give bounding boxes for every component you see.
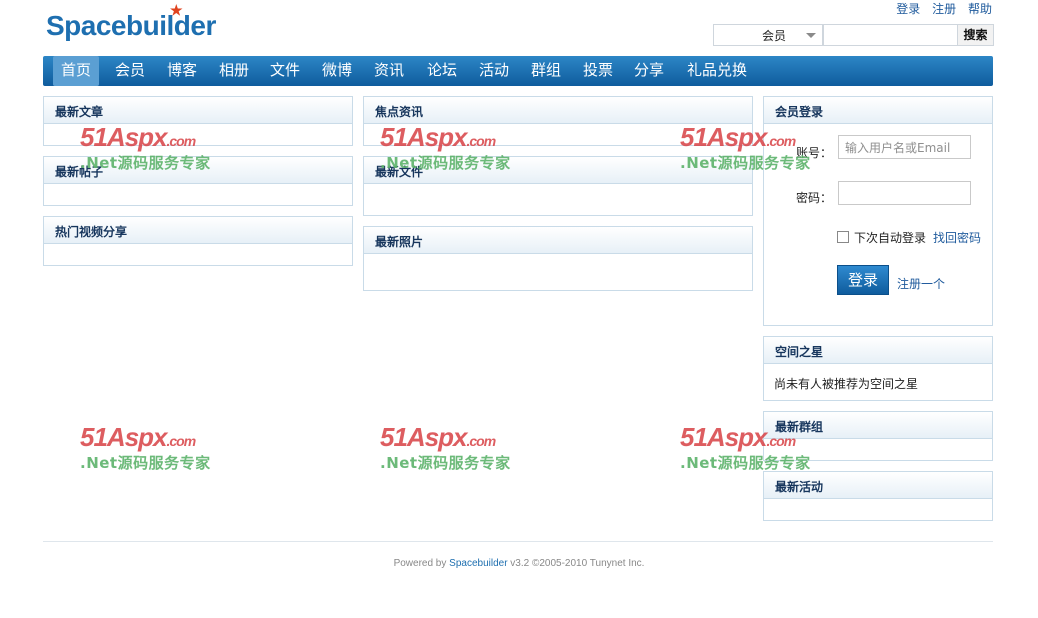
nav-item-forum[interactable]: 论坛	[427, 56, 457, 86]
nav-item-blog[interactable]: 博客	[167, 56, 197, 86]
footer: Powered by Spacebuilder v3.2 ©2005-2010 …	[0, 558, 1038, 569]
search-input[interactable]	[823, 24, 958, 46]
remember-label: 下次自动登录	[854, 231, 927, 245]
password-label: 密码：	[796, 191, 833, 205]
search-type-select[interactable]: 会员	[713, 24, 823, 46]
chevron-down-icon	[806, 33, 816, 38]
nav-item-home[interactable]: 首页	[53, 56, 99, 86]
panel-title: 最新活动	[775, 480, 824, 494]
nav-item-gift-exchange[interactable]: 礼品兑换	[687, 56, 747, 86]
panel-latest-photos: 最新照片	[363, 226, 753, 291]
watermark-logo: 51Aspx.com .Net源码服务专家	[680, 422, 811, 472]
panel-title: 焦点资讯	[375, 105, 424, 119]
forgot-password-link[interactable]: 找回密码	[933, 229, 981, 246]
main-nav: 首页 会员 博客 相册 文件 微博 资讯 论坛 活动 群组 投票 分享 礼品兑换	[43, 56, 993, 86]
logo-star-icon: ★	[170, 2, 183, 18]
panel-title: 最新照片	[375, 235, 424, 249]
panel-space-star: 空间之星 尚未有人被推荐为空间之星	[763, 336, 993, 401]
space-star-empty-text: 尚未有人被推荐为空间之星	[774, 377, 919, 391]
account-input[interactable]: 输入用户名或Email	[838, 135, 971, 159]
footer-copyright: v3.2 ©2005-2010 Tunynet Inc.	[507, 558, 645, 569]
watermark-logo: 51Aspx.com .Net源码服务专家	[380, 122, 511, 172]
footer-prefix: Powered by	[393, 558, 450, 569]
nav-item-events[interactable]: 活动	[479, 56, 509, 86]
register-link[interactable]: 注册	[932, 2, 956, 16]
nav-item-news[interactable]: 资讯	[374, 56, 404, 86]
nav-item-album[interactable]: 相册	[219, 56, 249, 86]
footer-divider	[43, 541, 993, 542]
nav-item-members[interactable]: 会员	[115, 56, 145, 86]
panel-title: 空间之星	[775, 345, 824, 359]
login-link[interactable]: 登录	[896, 2, 920, 16]
panel-latest-events: 最新活动	[763, 471, 993, 521]
search-button[interactable]: 搜索	[957, 24, 994, 46]
nav-item-microblog[interactable]: 微博	[322, 56, 352, 86]
panel-title: 最新文章	[55, 105, 104, 119]
remember-checkbox[interactable]	[837, 231, 849, 243]
watermark-logo: 51Aspx.com .Net源码服务专家	[680, 122, 811, 172]
password-input[interactable]	[838, 181, 971, 205]
top-links: 登录 注册 帮助	[888, 0, 992, 17]
site-logo[interactable]: Spacebuilder ★	[46, 2, 216, 42]
panel-hot-videos: 热门视频分享	[43, 216, 353, 266]
help-link[interactable]: 帮助	[968, 2, 992, 16]
nav-item-share[interactable]: 分享	[634, 56, 664, 86]
nav-item-groups[interactable]: 群组	[531, 56, 561, 86]
watermark-logo: 51Aspx.com .Net源码服务专家	[80, 122, 211, 172]
watermark-logo: 51Aspx.com .Net源码服务专家	[380, 422, 511, 472]
login-button[interactable]: 登录	[837, 265, 889, 295]
footer-brand-link[interactable]: Spacebuilder	[449, 558, 507, 569]
nav-item-files[interactable]: 文件	[270, 56, 300, 86]
panel-title: 会员登录	[775, 105, 824, 119]
watermark-logo: 51Aspx.com .Net源码服务专家	[80, 422, 211, 472]
register-one-link[interactable]: 注册一个	[897, 275, 945, 292]
nav-item-polls[interactable]: 投票	[583, 56, 613, 86]
panel-title: 热门视频分享	[55, 225, 128, 239]
account-placeholder: 输入用户名或Email	[845, 141, 951, 155]
